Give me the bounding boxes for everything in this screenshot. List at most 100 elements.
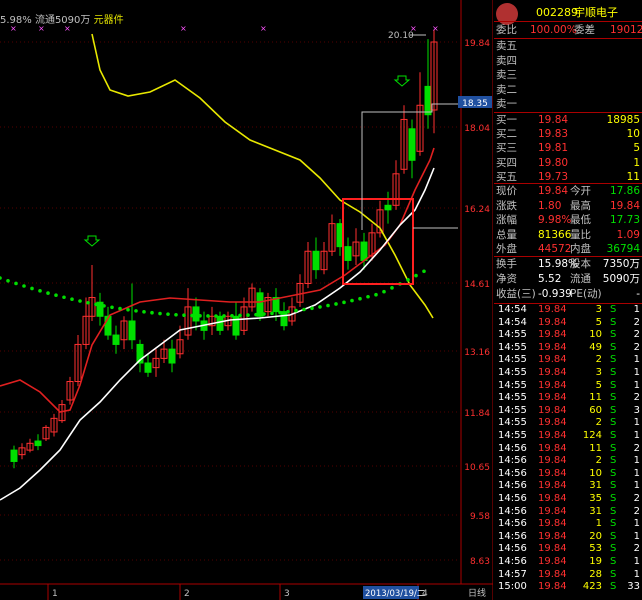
tick-price: 19.84 <box>538 493 567 504</box>
quote-panel: 002289 宇顺电子 委比 100.00% 委差 19012 卖五 卖四 卖三 卖二… <box>494 0 642 600</box>
quote-label: 现价 <box>496 185 517 197</box>
tick-volume: 10 <box>589 329 602 341</box>
tick-volume: 60 <box>589 404 602 416</box>
buy-label: 买四 <box>496 156 517 169</box>
quote-label: 外盘 <box>496 243 517 255</box>
tick-time: 14:56 <box>498 480 527 492</box>
tick-price: 19.84 <box>538 455 567 467</box>
ma-dot <box>358 296 362 301</box>
quote-value: 19.84 <box>538 185 569 197</box>
tick-row: 14:56 19.84 11 S 2 <box>494 443 642 456</box>
tick-time: 14:55 <box>498 379 527 391</box>
tick-count: 1 <box>633 430 640 441</box>
current-price-label: 18.35 <box>462 99 488 109</box>
tick-price: 19.84 <box>538 581 567 593</box>
tick-row: 14:55 19.84 11 S 2 <box>494 392 642 405</box>
candle-body <box>96 301 104 317</box>
tick-row: 14:56 19.84 20 S 1 <box>494 531 642 544</box>
quote-value: 17.86 <box>609 185 640 197</box>
tick-time: 14:56 <box>498 442 527 454</box>
header-prefix: 5.98% 流通5090万 <box>0 15 91 26</box>
ma-line-red <box>0 147 435 413</box>
tick-row: 14:56 19.84 31 S 1 <box>494 480 642 493</box>
tick-time: 14:55 <box>498 404 527 416</box>
quote-row: 涨跌 1.80 最高 19.84 <box>494 199 642 213</box>
tick-side: S <box>610 480 617 492</box>
stock-name: 宇顺电子 <box>574 6 618 19</box>
price-tick-label: 14.61 <box>464 280 490 290</box>
tick-volume: 5 <box>595 316 602 328</box>
sell-row: 卖四 <box>494 54 642 68</box>
ma-dot <box>110 305 114 310</box>
ma-dot <box>406 277 410 282</box>
tick-volume: 3 <box>595 367 602 378</box>
tick-volume: 53 <box>589 543 602 555</box>
price-tick-label: 9.58 <box>470 512 490 522</box>
tick-volume: 3 <box>595 304 602 315</box>
sell-row: 卖一 <box>494 97 642 111</box>
kline-svg[interactable]: 19.84 18.04 16.24 14.61 13.16 11.84 10.65 9.58 8… <box>0 0 493 600</box>
ma-dot <box>222 314 226 318</box>
kline-chart[interactable]: 19.84 18.04 16.24 14.61 13.16 11.84 10.65 9.58 8… <box>0 0 493 600</box>
ma-dot <box>278 310 282 315</box>
tick-count: 3 <box>633 404 640 416</box>
ma-dot <box>318 305 322 309</box>
candle-body <box>408 128 416 161</box>
ma-dot <box>382 289 386 294</box>
tick-row: 14:55 19.84 60 S 3 <box>494 405 642 418</box>
candle-body <box>34 440 42 447</box>
ma-dot <box>294 308 298 313</box>
tick-count: 1 <box>633 304 640 315</box>
tick-volume: 2 <box>595 417 602 429</box>
tick-side: S <box>610 505 617 517</box>
fund-value: 7350万 <box>602 258 640 270</box>
candle-body <box>216 315 224 331</box>
tick-time: 14:54 <box>498 316 527 328</box>
tick-volume: 5 <box>595 379 602 391</box>
tick-volume: 28 <box>589 568 602 580</box>
tick-side: S <box>610 568 617 580</box>
candle-body <box>384 204 392 211</box>
candle-body <box>192 306 200 322</box>
tick-row: 14:56 19.84 2 S 1 <box>494 455 642 468</box>
quote-label: 涨跌 <box>496 199 517 212</box>
ma-dot <box>214 314 218 318</box>
ma-dot <box>246 313 250 317</box>
weicha-label: 委差 <box>574 24 595 36</box>
candle-body <box>344 246 352 261</box>
buy-label: 买一 <box>496 114 517 126</box>
candle-body <box>112 334 120 345</box>
buy-label: 买三 <box>496 142 517 155</box>
tick-volume: 20 <box>589 530 602 542</box>
tick-price: 19.84 <box>538 518 567 530</box>
tick-row: 14:55 19.84 2 S 1 <box>494 354 642 367</box>
tick-price: 19.84 <box>538 442 567 454</box>
tick-price: 19.84 <box>538 530 567 542</box>
fund-label: PE(动) <box>570 288 602 300</box>
tick-time: 15:00 <box>498 581 527 593</box>
tick-count: 1 <box>633 480 640 492</box>
tick-price: 19.84 <box>538 304 567 315</box>
fund-label: 股本 <box>570 258 591 270</box>
stock-title: 002289 宇顺电子 <box>494 3 642 25</box>
tick-count: 2 <box>633 392 640 404</box>
ma-dot <box>70 297 74 301</box>
quote-label: 总量 <box>496 228 517 241</box>
tick-count: 2 <box>633 543 640 555</box>
buy-volume: 18985 <box>606 114 640 126</box>
tick-volume: 2 <box>595 455 602 467</box>
tick-row: 14:56 19.84 53 S 2 <box>494 543 642 556</box>
tick-price: 19.84 <box>538 329 567 341</box>
sell-row: 卖三 <box>494 68 642 82</box>
fund-row: 净资 5.52 流通 5090万 <box>494 272 642 286</box>
tick-volume: 11 <box>589 442 602 454</box>
tick-side: S <box>610 493 617 504</box>
tick-side: S <box>610 556 617 567</box>
price-tick-label: 10.65 <box>464 463 490 473</box>
tick-side: S <box>610 341 617 353</box>
ma-dot <box>150 310 154 315</box>
ma-dot <box>0 276 2 280</box>
tick-price: 19.84 <box>538 379 567 391</box>
tick-price: 19.84 <box>538 341 567 353</box>
quote-row: 外盘 44572 内盘 36794 <box>494 242 642 256</box>
